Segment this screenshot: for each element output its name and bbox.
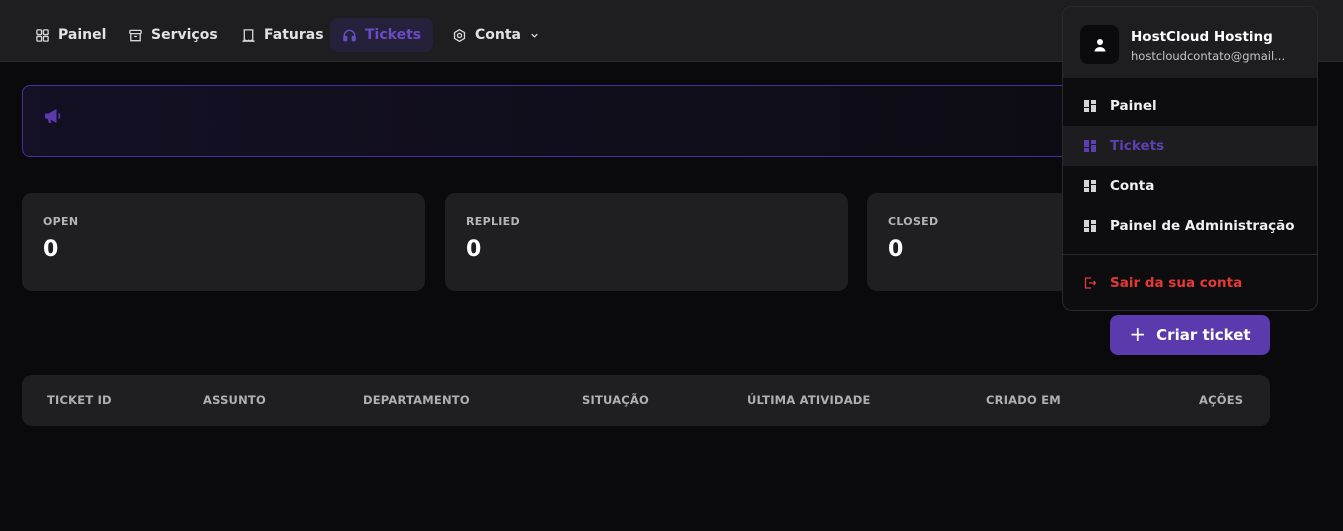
menu-item-admin-panel[interactable]: Painel de Administração [1063, 206, 1317, 246]
create-ticket-label: Criar ticket [1156, 326, 1251, 344]
stat-value: 0 [888, 237, 904, 262]
menu-divider [1063, 254, 1317, 255]
dashboard-icon [1084, 220, 1096, 232]
nav-label: Painel [58, 27, 107, 43]
headset-icon [343, 29, 356, 41]
user-dropdown-menu: HostCloud Hosting hostcloudcontato@gmail… [1062, 6, 1318, 311]
user-name: HostCloud Hosting [1131, 29, 1273, 45]
user-icon [1094, 38, 1105, 51]
menu-item-label: Painel de Administração [1110, 218, 1295, 234]
announcement-banner [22, 85, 1082, 157]
stat-label: REPLIED [466, 215, 520, 228]
nav-label: Tickets [365, 27, 422, 43]
plus-icon: + [1129, 322, 1147, 346]
user-email: hostcloudcontato@gmail... [1131, 49, 1286, 63]
create-ticket-button[interactable]: + Criar ticket [1110, 315, 1270, 355]
dashboard-icon [1084, 180, 1096, 192]
tickets-table-header: TICKET ID ASSUNTO DEPARTAMENTO SITUAÇÃO … [22, 375, 1270, 426]
nav-tickets[interactable]: Tickets [330, 18, 434, 52]
menu-item-conta[interactable]: Conta [1063, 166, 1317, 206]
column-header-actions: AÇÕES [1199, 393, 1244, 407]
stat-label: CLOSED [888, 215, 939, 228]
nav-painel[interactable]: Painel [27, 18, 114, 52]
menu-item-tickets[interactable]: Tickets [1063, 126, 1317, 166]
nav-conta[interactable]: Conta [444, 18, 548, 52]
logout-icon [1084, 277, 1096, 289]
stat-label: OPEN [43, 215, 79, 228]
stat-card-open: OPEN 0 [22, 193, 425, 291]
logout-label: Sair da sua conta [1110, 275, 1243, 291]
grid-icon [36, 28, 49, 42]
menu-item-label: Painel [1110, 98, 1157, 114]
column-header-ticket-id[interactable]: TICKET ID [47, 393, 112, 407]
gear-icon [453, 28, 466, 42]
nav-label: Serviços [151, 27, 218, 43]
dashboard-icon [1084, 100, 1096, 112]
chevron-down-icon [531, 33, 538, 38]
menu-item-painel[interactable]: Painel [1063, 86, 1317, 126]
nav-label: Faturas [264, 27, 324, 43]
nav-faturas[interactable]: Faturas [233, 18, 332, 52]
dashboard-icon [1084, 140, 1096, 152]
receipt-icon [242, 28, 255, 42]
stat-value: 0 [466, 237, 482, 262]
logout-button[interactable]: Sair da sua conta [1063, 263, 1317, 303]
column-header-last-activity[interactable]: ÚLTIMA ATIVIDADE [747, 393, 871, 407]
column-header-department[interactable]: DEPARTAMENTO [363, 393, 470, 407]
column-header-created-at[interactable]: CRIADO EM [986, 393, 1061, 407]
column-header-status[interactable]: SITUAÇÃO [582, 393, 649, 407]
nav-label: Conta [475, 27, 521, 43]
nav-servicos[interactable]: Serviços [120, 18, 226, 52]
menu-item-label: Conta [1110, 178, 1155, 194]
archive-icon [129, 29, 142, 41]
stat-card-replied: REPLIED 0 [445, 193, 848, 291]
megaphone-icon [45, 109, 61, 123]
avatar [1080, 25, 1119, 64]
menu-item-label: Tickets [1110, 138, 1165, 154]
column-header-subject[interactable]: ASSUNTO [203, 393, 266, 407]
user-menu-header: HostCloud Hosting hostcloudcontato@gmail… [1063, 7, 1317, 78]
stat-value: 0 [43, 237, 59, 262]
